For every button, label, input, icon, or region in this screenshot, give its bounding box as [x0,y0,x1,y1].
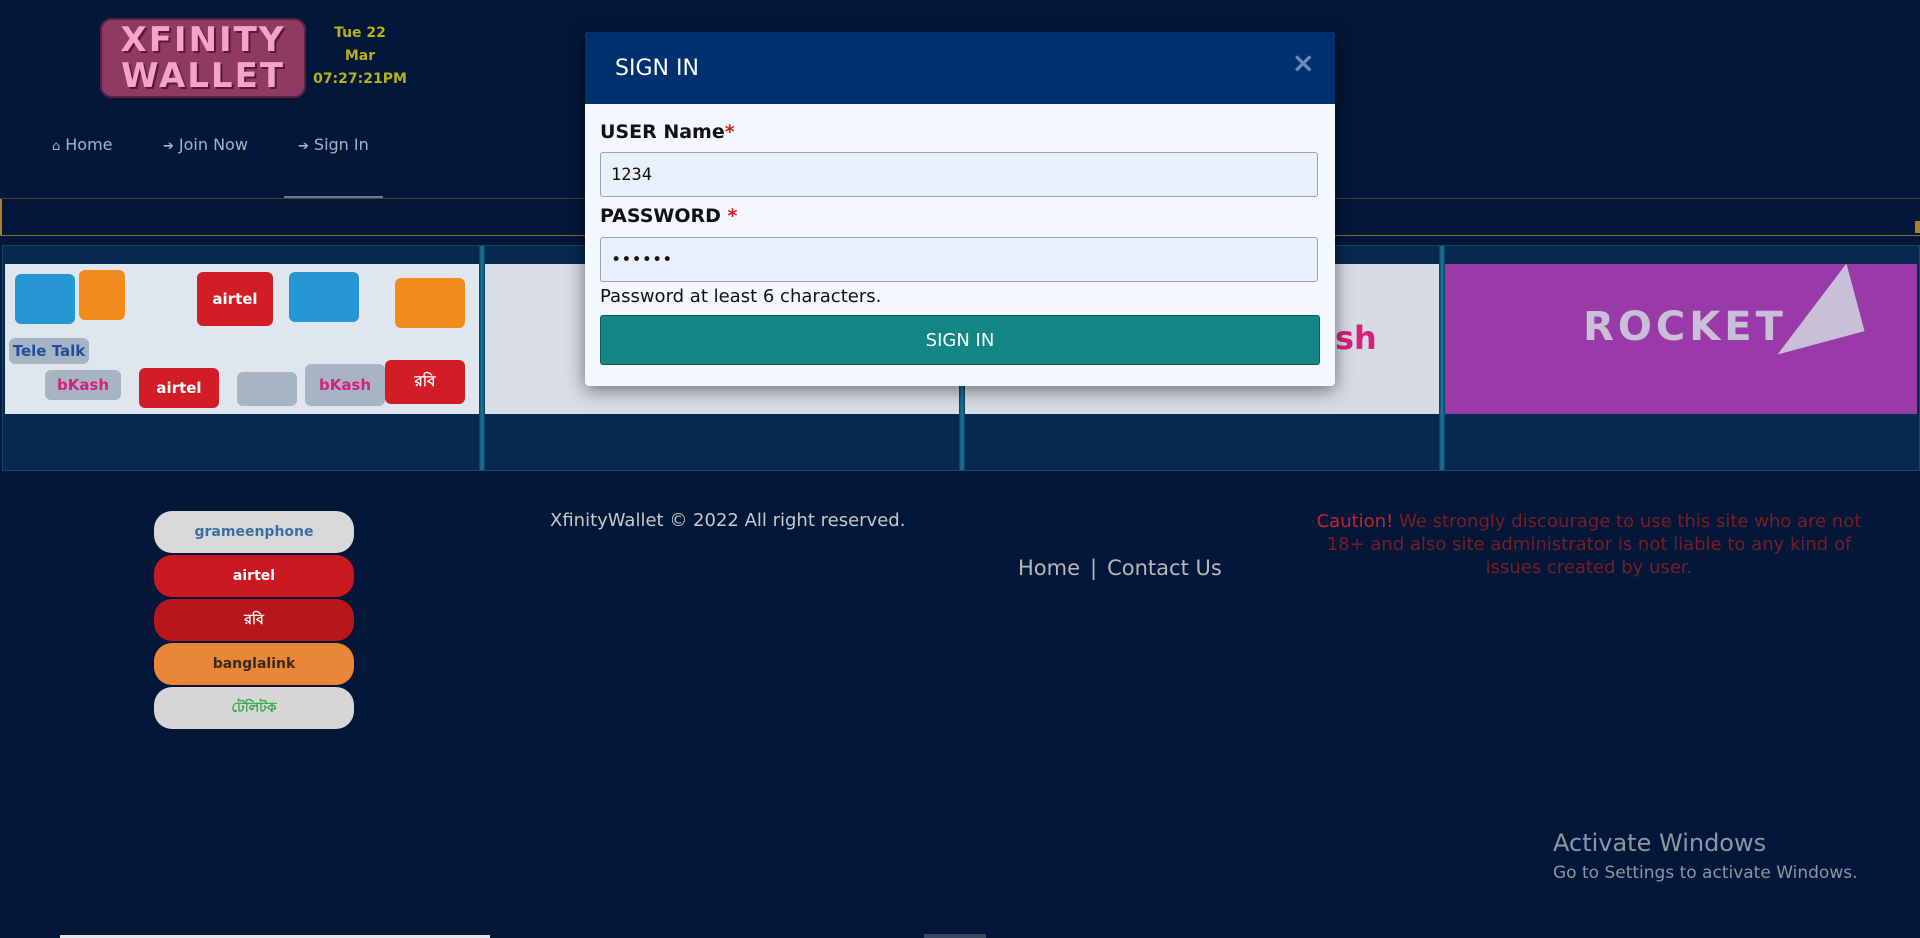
bkash-logo: bKash [45,370,121,400]
footer-link-separator: | [1090,556,1098,580]
activate-title: Activate Windows [1553,829,1767,857]
rocket-brand: ROCKET [1583,304,1787,350]
airtel-badge: airtel [154,555,354,597]
grameenphone-badge: grameenphone [154,511,354,553]
band-left-mark [0,199,2,235]
nav-join-now[interactable]: ➔ Join Now [163,134,248,174]
username-label-text: USER Name [600,121,725,143]
airtel-logo: airtel [197,272,273,326]
close-icon[interactable]: × [1292,46,1315,79]
caution-notice: Caution! We strongly discourage to use t… [1298,510,1880,579]
teletalk-logo [237,372,297,406]
footer-links: Home | Contact Us [1018,556,1222,580]
teletalk-badge: টেলিটক [154,687,354,729]
banglalink-logo [79,270,125,320]
modal-header: SIGN IN × [585,32,1335,104]
logo-line1: XFINITY [120,20,286,60]
airtel-logo: airtel [139,368,219,408]
username-label: USER Name* [600,121,735,143]
sign-in-icon: ➔ [163,139,174,154]
slide-rocket[interactable]: ROCKET [1445,264,1917,414]
password-input[interactable] [600,237,1318,282]
clock: Tue 22 Mar 07:27:21PM [312,22,408,91]
scroll-indicator-2 [924,934,986,938]
clock-month: Mar [344,48,376,64]
xfinity-wallet-logo: XFINITY WALLET [100,18,306,98]
bkash-brand: sh [1335,319,1377,357]
clock-time: 07:27:21PM [313,71,407,87]
band-right-mark [1915,221,1920,233]
logo-line2: WALLET [120,56,286,96]
nav-signin-label: Sign In [313,135,369,154]
grameenphone-logo [15,274,75,324]
nav-home[interactable]: ⌂ Home [52,134,113,174]
caution-title: Caution! [1316,511,1394,532]
nav-home-label: Home [65,135,113,154]
nav-sign-in[interactable]: ➔ Sign In [284,134,383,198]
banglalink-logo [395,278,465,328]
activate-subtitle: Go to Settings to activate Windows. [1553,863,1858,883]
copyright-text: XfinityWallet © 2022 All right reserved. [550,510,906,531]
username-input[interactable] [600,152,1318,197]
robi-badge: রবি [154,599,354,641]
home-icon: ⌂ [52,139,61,154]
footer-contact-link[interactable]: Contact Us [1107,556,1222,580]
sign-in-icon: ➔ [298,139,309,154]
teletalk-logo: Tele Talk [9,338,89,364]
footer-operator-logos: grameenphone airtel রবি banglalink টেলিট… [154,511,354,731]
bkash-logo: bKash [305,364,385,406]
sign-in-modal: SIGN IN × USER Name* PASSWORD * Password… [585,32,1335,386]
required-mark: * [724,121,735,143]
sign-in-button[interactable]: SIGN IN [600,315,1320,365]
password-label: PASSWORD * [600,205,737,227]
footer-home-link[interactable]: Home [1018,556,1080,580]
nav-join-label: Join Now [178,135,248,154]
password-label-text: PASSWORD [600,205,728,227]
password-hint: Password at least 6 characters. [600,286,882,307]
required-mark: * [727,205,738,227]
modal-title: SIGN IN [615,55,699,81]
banglalink-badge: banglalink [154,643,354,685]
robi-logo: রবি [385,360,465,404]
slide-operators[interactable]: airtel Tele Talk airtel bKash bKash রবি [5,264,479,414]
clock-day: Tue 22 [334,25,386,41]
caution-text: We strongly discourage to use this site … [1326,511,1862,578]
activate-windows-watermark: Activate Windows Go to Settings to activ… [1553,829,1858,883]
grameenphone-logo [289,272,359,322]
